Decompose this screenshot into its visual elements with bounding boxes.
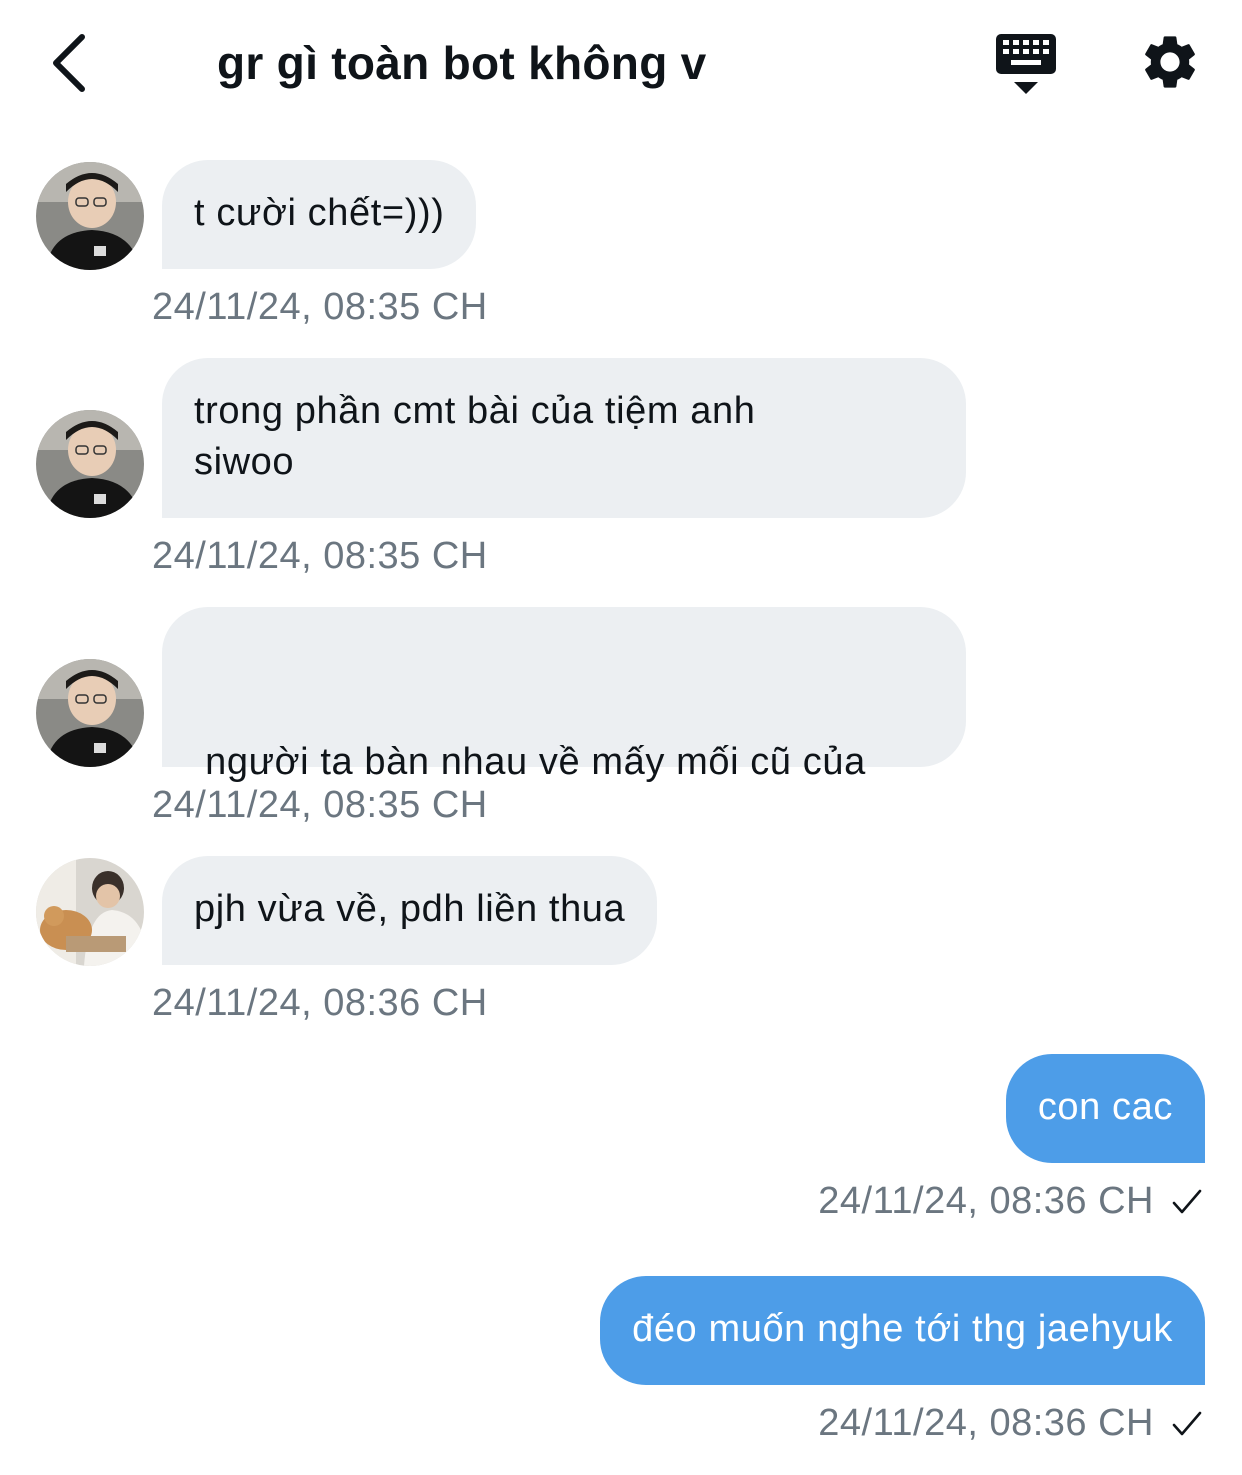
checkmark-icon	[1172, 1189, 1202, 1213]
message-text-line: trong phần cmt bài của tiệm anh	[194, 390, 756, 432]
avatar[interactable]	[36, 410, 144, 518]
message-timestamp: 24/11/24, 08:36 CH	[152, 982, 488, 1024]
message-text: đéo muốn nghe tới thg jaehyuk	[632, 1308, 1173, 1350]
avatar[interactable]	[36, 659, 144, 767]
message-bubble[interactable]: trong phần cmt bài của tiệm anh siwoo	[162, 358, 966, 518]
message-timestamp: 24/11/24, 08:36 CH	[818, 1402, 1154, 1444]
message-timestamp: 24/11/24, 08:35 CH	[152, 784, 488, 826]
keyboard-hide-icon	[996, 34, 1056, 94]
message-bubble[interactable]: pjh vừa về, pdh liền thua	[162, 856, 658, 965]
avatar[interactable]	[36, 162, 144, 270]
message-text: t cười chết=)))	[194, 192, 445, 234]
message-bubble-outgoing[interactable]: con cac	[1005, 1054, 1205, 1163]
chevron-left-icon	[53, 34, 85, 92]
avatar-user-1-image	[36, 659, 144, 767]
avatar[interactable]	[36, 858, 144, 966]
message-text: con cac	[1037, 1086, 1173, 1128]
message-bubble[interactable]: người ta bàn nhau về mấy mối cũ của ảnh …	[162, 607, 966, 936]
message-timestamp: 24/11/24, 08:35 CH	[152, 286, 488, 328]
message-meta: 24/11/24, 08:36 CH	[818, 1180, 1204, 1223]
message-meta: 24/11/24, 08:36 CH	[818, 1402, 1204, 1445]
avatar-user-2-image	[36, 858, 144, 966]
settings-button[interactable]	[1138, 30, 1202, 94]
message-timestamp: 24/11/24, 08:36 CH	[818, 1180, 1154, 1222]
conversation-header: gr gì toàn bot không v	[0, 0, 1242, 130]
message-text-line: người ta bàn nhau về mấy mối cũ của	[194, 741, 866, 783]
checkmark-icon	[1172, 1411, 1202, 1435]
avatar-user-1-image	[36, 162, 144, 270]
conversation-title: gr gì toàn bot không v	[217, 37, 707, 89]
message-text-line: siwoo	[194, 441, 295, 483]
message-bubble-outgoing[interactable]: đéo muốn nghe tới thg jaehyuk	[600, 1276, 1205, 1385]
back-button[interactable]	[36, 28, 100, 98]
gear-icon	[1145, 36, 1195, 88]
avatar-user-1-image	[36, 410, 144, 518]
message-timestamp: 24/11/24, 08:35 CH	[152, 535, 488, 577]
message-bubble[interactable]: t cười chết=)))	[162, 160, 477, 269]
message-text: pjh vừa về, pdh liền thua	[194, 888, 626, 930]
keyboard-toggle-button[interactable]	[992, 32, 1060, 98]
